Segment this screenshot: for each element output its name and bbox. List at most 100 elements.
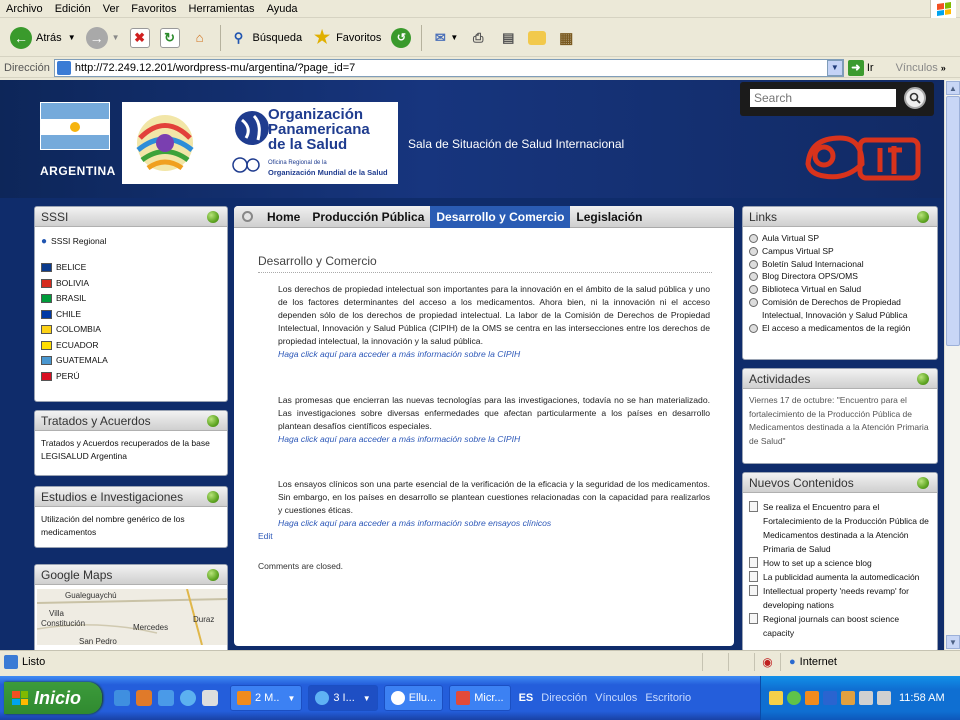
tratados-link[interactable]: Tratados y Acuerdos recuperados de la ba…	[35, 431, 227, 469]
collapse-dot-icon[interactable]	[917, 373, 929, 385]
update-tray-icon[interactable]	[877, 691, 891, 705]
toolbar-direccion[interactable]: Dirección	[541, 692, 587, 704]
menu-herramientas[interactable]: Herramientas	[189, 3, 255, 15]
tab-desarrollo-comercio[interactable]: Desarrollo y Comercio	[430, 206, 571, 228]
task-button[interactable]: 3 I... ▼	[308, 685, 378, 711]
task-button[interactable]: Ellu...	[383, 685, 444, 711]
edit-button[interactable]: ▤	[494, 23, 522, 53]
edit-link[interactable]: Edit	[258, 531, 712, 541]
menu-archivo[interactable]: Archivo	[6, 3, 43, 15]
mail-button[interactable]: ✉ ▼	[426, 23, 462, 53]
refresh-button[interactable]: ↻	[156, 23, 184, 53]
stop-button[interactable]: ✖	[126, 23, 154, 53]
task-button[interactable]: 2 M.. ▼	[230, 685, 303, 711]
collapse-dot-icon[interactable]	[207, 569, 219, 581]
scroll-thumb[interactable]	[946, 96, 960, 346]
start-label: Inicio	[34, 687, 82, 708]
collapse-dot-icon[interactable]	[917, 211, 929, 223]
news-item[interactable]: La publicidad aumenta la automedicación	[749, 570, 931, 584]
search-input[interactable]	[750, 89, 896, 107]
mail-tray-icon[interactable]	[769, 691, 783, 705]
chevron-right-icon[interactable]: »	[941, 63, 946, 73]
research-button[interactable]: ▦	[552, 23, 580, 53]
toolbar-vinculos[interactable]: Vínculos	[595, 692, 637, 704]
sidebar-link[interactable]: Aula Virtual SP	[749, 232, 931, 245]
back-button[interactable]: ← Atrás ▼	[6, 23, 80, 53]
ops-logo[interactable]: Organización Panamericana de la Salud Of…	[122, 102, 398, 184]
map-view[interactable]: Gualeguaychú Villa Constitución Mercedes…	[37, 589, 227, 645]
sidebar-link[interactable]: Campus Virtual SP	[749, 245, 931, 258]
collapse-dot-icon[interactable]	[917, 477, 929, 489]
folder-button[interactable]	[524, 23, 550, 53]
globe-icon	[235, 111, 269, 145]
country-link[interactable]: BOLIVIA	[41, 276, 221, 292]
app-tray-icon[interactable]	[805, 691, 819, 705]
browser-icon[interactable]	[158, 690, 174, 706]
news-item[interactable]: Se realiza el Encuentro para el Fortalec…	[749, 500, 931, 556]
google-maps-header: Google Maps	[35, 565, 227, 585]
ie-icon[interactable]	[114, 690, 130, 706]
url-input[interactable]	[74, 61, 827, 74]
outlook-icon[interactable]	[136, 690, 152, 706]
estudios-link[interactable]: Utilización del nombre genérico de los m…	[35, 507, 227, 545]
menu-ver[interactable]: Ver	[103, 3, 120, 15]
links-toolbar-label[interactable]: Vínculos	[896, 62, 938, 74]
go-button[interactable]: ➜ Ir	[847, 59, 874, 76]
collapse-dot-icon[interactable]	[207, 211, 219, 223]
sidebar-link[interactable]: Biblioteca Virtual en Salud	[749, 283, 931, 296]
news-item[interactable]: Intellectual property 'needs revamp' for…	[749, 584, 931, 612]
search-submit-button[interactable]	[904, 87, 926, 109]
network-tray-icon[interactable]	[787, 691, 801, 705]
messenger-tray-icon[interactable]	[823, 691, 837, 705]
search-button[interactable]: ⚲ Búsqueda	[225, 23, 307, 53]
menu-edicion[interactable]: Edición	[55, 3, 91, 15]
collapse-dot-icon[interactable]	[207, 415, 219, 427]
chevron-down-icon[interactable]: ▼	[826, 59, 843, 76]
country-link[interactable]: CHILE	[41, 307, 221, 323]
tab-legislacion[interactable]: Legislación	[570, 206, 648, 228]
country-link[interactable]: ECUADOR	[41, 338, 221, 354]
forward-button[interactable]: → ▼	[82, 23, 124, 53]
country-link[interactable]: BELICE	[41, 260, 221, 276]
sidebar-link[interactable]: Boletín Salud Internacional	[749, 258, 931, 271]
desktop-icon[interactable]	[202, 690, 218, 706]
collapse-dot-icon[interactable]	[207, 491, 219, 503]
cipih-link[interactable]: Haga click aquí para acceder a más infor…	[278, 348, 710, 361]
print-button[interactable]: ⎙	[464, 23, 492, 53]
toolbar-escritorio[interactable]: Escritorio	[645, 692, 691, 704]
tab-home[interactable]: Home	[261, 206, 306, 228]
history-button[interactable]: ↺	[387, 23, 415, 53]
country-link[interactable]: PERÚ	[41, 369, 221, 385]
task-button[interactable]: Micr...	[449, 685, 511, 711]
menu-favoritos[interactable]: Favoritos	[131, 3, 176, 15]
system-tray: 11:58 AM	[760, 676, 960, 720]
sidebar-link[interactable]: El acceso a medicamentos de la región	[749, 322, 931, 335]
tab-produccion-publica[interactable]: Producción Pública	[306, 206, 430, 228]
news-item[interactable]: Regional journals can boost science capa…	[749, 612, 931, 640]
language-indicator[interactable]: ES	[519, 692, 534, 704]
country-link[interactable]: COLOMBIA	[41, 322, 221, 338]
scroll-up-icon[interactable]: ▲	[946, 81, 960, 95]
status-text: Listo	[22, 655, 46, 668]
address-field[interactable]: ▼	[53, 58, 844, 77]
privacy-icon[interactable]: ◉	[762, 655, 772, 669]
home-button[interactable]: ⌂	[186, 23, 214, 53]
antivirus-tray-icon[interactable]	[841, 691, 855, 705]
sidebar-link[interactable]: Blog Directora OPS/OMS	[749, 270, 931, 283]
vertical-scrollbar[interactable]: ▲ ▼	[944, 80, 960, 650]
ensayos-link[interactable]: Haga click aquí para acceder a más infor…	[278, 517, 710, 530]
sssi-regional-link[interactable]: ● SSSI Regional	[41, 235, 221, 248]
media-icon[interactable]	[180, 690, 196, 706]
news-item[interactable]: How to set up a science blog	[749, 556, 931, 570]
menu-ayuda[interactable]: Ayuda	[267, 3, 298, 15]
actividades-text[interactable]: Viernes 17 de octubre: "Encuentro para e…	[743, 389, 937, 454]
sidebar-link[interactable]: Comisión de Derechos de Propiedad Intele…	[749, 296, 931, 322]
favorites-button[interactable]: ★ Favoritos	[308, 23, 385, 53]
country-link[interactable]: BRASIL	[41, 291, 221, 307]
cipih-link[interactable]: Haga click aquí para acceder a más infor…	[278, 433, 710, 446]
security-tray-icon[interactable]	[859, 691, 873, 705]
country-link[interactable]: GUATEMALA	[41, 353, 221, 369]
scroll-down-icon[interactable]: ▼	[946, 635, 960, 649]
start-button[interactable]: Inicio	[4, 682, 102, 714]
link-label: Biblioteca Virtual en Salud	[762, 284, 862, 295]
